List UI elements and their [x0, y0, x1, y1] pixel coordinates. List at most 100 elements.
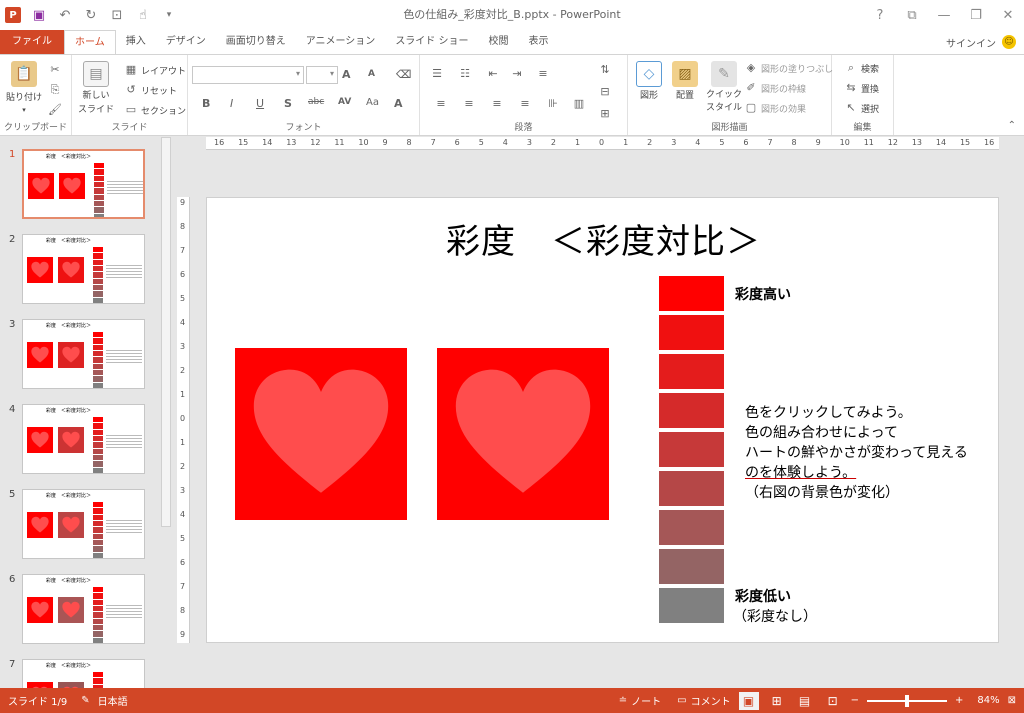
shrink-font-icon[interactable]: A	[368, 69, 375, 79]
save-icon[interactable]: ▣	[26, 0, 52, 30]
fit-slide-icon[interactable]: ⊠	[1008, 695, 1016, 706]
saturation-swatch[interactable]	[659, 354, 724, 389]
slide-thumbnail[interactable]: 彩度 ＜彩度対比＞	[22, 404, 145, 474]
font-size-combo[interactable]	[306, 66, 338, 84]
arrange-button[interactable]: ▨ 配置	[672, 61, 698, 101]
slide-thumbnail[interactable]: 彩度 ＜彩度対比＞	[22, 659, 145, 688]
slide-title[interactable]: 彩度 ＜彩度対比＞	[207, 214, 1000, 263]
copy-icon[interactable]: ⎘	[48, 83, 62, 97]
tab-home[interactable]: ホーム	[64, 30, 116, 54]
saturation-swatch[interactable]	[659, 393, 724, 428]
zoom-level[interactable]: 84%	[977, 695, 999, 706]
char-spacing-icon[interactable]: AV	[338, 97, 351, 107]
justify-icon[interactable]: ≡	[518, 97, 532, 111]
smartart-icon[interactable]: ⊞	[598, 107, 612, 121]
increase-indent-icon[interactable]: ⇥	[510, 67, 524, 81]
customize-icon[interactable]: ▾	[156, 0, 182, 30]
comments-button[interactable]: ▭ コメント	[677, 693, 730, 708]
minimize-icon[interactable]: —	[928, 0, 960, 30]
tab-insert[interactable]: 挿入	[116, 30, 156, 54]
zoom-slider-handle[interactable]	[904, 694, 909, 707]
feedback-smiley-icon[interactable]: ☺	[1002, 35, 1016, 49]
saturation-swatch[interactable]	[659, 549, 724, 584]
bold-icon[interactable]: B	[202, 97, 210, 110]
shape-fill-button[interactable]: ◈ 図形の塗りつぶし	[744, 61, 833, 75]
replace-button[interactable]: ⇆ 置換	[844, 81, 879, 95]
zoom-slider[interactable]	[866, 694, 947, 707]
saturation-swatch[interactable]	[659, 315, 724, 350]
font-color-icon[interactable]: A	[394, 97, 403, 110]
help-icon[interactable]: ?	[864, 0, 896, 30]
language-indicator[interactable]: 日本語	[98, 693, 128, 708]
thumbnails-scrollbar[interactable]	[161, 137, 171, 527]
text-direction-icon[interactable]: ⇅	[598, 63, 612, 77]
change-case-icon[interactable]: Aa	[366, 97, 379, 108]
ribbon-display-icon[interactable]: ⧉	[896, 0, 928, 30]
close-icon[interactable]: ✕	[992, 0, 1024, 30]
paste-button[interactable]: 📋 貼り付け ▾	[6, 61, 42, 114]
tab-animations[interactable]: アニメーション	[296, 30, 386, 54]
undo-icon[interactable]: ↶	[52, 0, 78, 30]
distributed-icon[interactable]: ⊪	[546, 97, 560, 111]
font-name-combo[interactable]	[192, 66, 304, 84]
shape-outline-button[interactable]: ✐ 図形の枠線	[744, 81, 806, 95]
grow-font-icon[interactable]: A	[342, 68, 351, 81]
notes-button[interactable]: ≐ ノート	[619, 693, 661, 708]
saturation-swatch[interactable]	[659, 510, 724, 545]
new-slide-button[interactable]: ▤ 新しい スライド	[78, 61, 114, 115]
saturation-swatch[interactable]	[659, 588, 724, 623]
numbering-icon[interactable]: ☷	[458, 67, 472, 81]
touch-icon[interactable]: ☝	[130, 0, 156, 30]
align-center-icon[interactable]: ≡	[462, 97, 476, 111]
decrease-indent-icon[interactable]: ⇤	[486, 67, 500, 81]
layout-button[interactable]: ▦ レイアウト	[124, 63, 186, 77]
italic-icon[interactable]: I	[230, 97, 233, 110]
slide-sorter-icon[interactable]: ⊞	[767, 692, 787, 710]
tab-transitions[interactable]: 画面切り替え	[216, 30, 296, 54]
slide-thumbnail[interactable]: 彩度 ＜彩度対比＞	[22, 149, 145, 219]
strikethrough-icon[interactable]: abc	[308, 97, 324, 107]
section-button[interactable]: ▭ セクション	[124, 103, 186, 117]
app-icon[interactable]: P	[0, 0, 26, 30]
cut-icon[interactable]: ✂	[48, 63, 62, 77]
redo-icon[interactable]: ↻	[78, 0, 104, 30]
underline-icon[interactable]: U	[256, 97, 264, 110]
shadow-icon[interactable]: S	[284, 97, 292, 110]
select-button[interactable]: ↖ 選択	[844, 101, 879, 115]
shape-effects-button[interactable]: ▢ 図形の効果	[744, 101, 806, 115]
quick-styles-button[interactable]: ✎ クイック スタイル	[706, 61, 742, 113]
clear-format-icon[interactable]: ⌫	[396, 68, 412, 81]
shapes-button[interactable]: ◇ 図形	[636, 61, 662, 101]
align-text-icon[interactable]: ⊟	[598, 85, 612, 99]
saturation-swatch[interactable]	[659, 471, 724, 506]
spellcheck-icon[interactable]: ✎	[81, 695, 89, 706]
slide-thumbnail[interactable]: 彩度 ＜彩度対比＞	[22, 319, 145, 389]
format-painter-icon[interactable]: 🖌	[48, 103, 62, 117]
columns-icon[interactable]: ▥	[572, 97, 586, 111]
align-right-icon[interactable]: ≡	[490, 97, 504, 111]
tab-design[interactable]: デザイン	[156, 30, 216, 54]
slide-thumbnail[interactable]: 彩度 ＜彩度対比＞	[22, 574, 145, 644]
signin-label[interactable]: サインイン	[946, 35, 996, 50]
normal-view-icon[interactable]: ▣	[738, 691, 759, 710]
slideshow-icon[interactable]: ⊡	[823, 692, 843, 710]
collapse-ribbon-icon[interactable]: ⌃	[1008, 120, 1016, 131]
find-button[interactable]: ⌕ 検索	[844, 61, 879, 75]
slide-thumbnail[interactable]: 彩度 ＜彩度対比＞	[22, 234, 145, 304]
saturation-swatch[interactable]	[659, 432, 724, 467]
reset-button[interactable]: ↺ リセット	[124, 83, 177, 97]
tab-file[interactable]: ファイル	[0, 30, 64, 54]
slide-thumbnail[interactable]: 彩度 ＜彩度対比＞	[22, 489, 145, 559]
align-left-icon[interactable]: ≡	[434, 97, 448, 111]
reading-view-icon[interactable]: ▤	[795, 692, 815, 710]
zoom-in-icon[interactable]: +	[955, 695, 963, 706]
zoom-out-icon[interactable]: −	[851, 695, 859, 706]
tab-view[interactable]: 表示	[519, 30, 559, 54]
restore-icon[interactable]: ❐	[960, 0, 992, 30]
tab-slideshow[interactable]: スライド ショー	[385, 30, 478, 54]
bullets-icon[interactable]: ☰	[430, 67, 444, 81]
present-icon[interactable]: ⊡	[104, 0, 130, 30]
saturation-swatch[interactable]	[659, 276, 724, 311]
line-spacing-icon[interactable]: ≡	[536, 67, 550, 81]
tab-review[interactable]: 校閲	[479, 30, 519, 54]
